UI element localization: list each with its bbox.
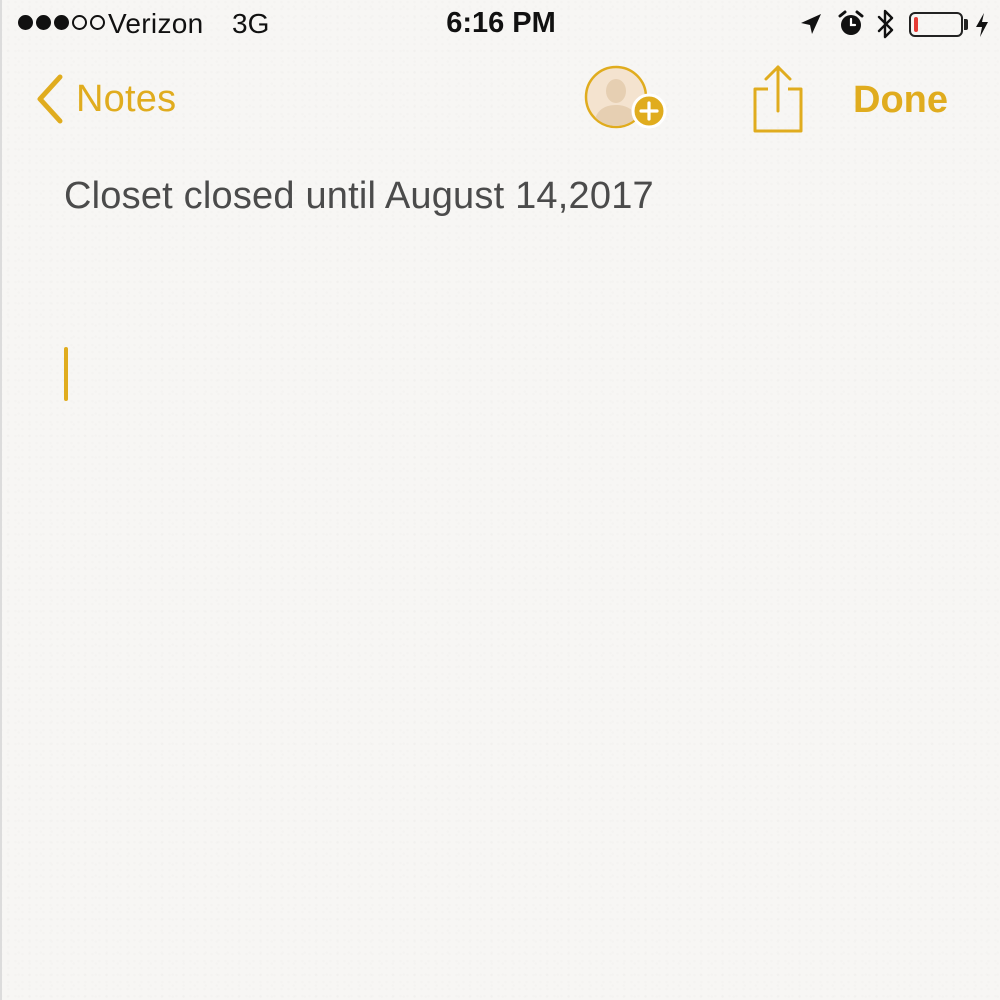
status-bar: Verizon 3G 6:16 PM	[2, 0, 1000, 50]
done-button[interactable]: Done	[853, 79, 948, 122]
alarm-clock-icon	[838, 10, 864, 35]
add-people-button[interactable]	[584, 65, 674, 135]
battery-icon	[909, 12, 963, 37]
back-button-label: Notes	[76, 77, 177, 120]
share-icon	[753, 65, 803, 133]
bluetooth-icon	[877, 9, 894, 39]
location-arrow-icon	[801, 14, 821, 34]
note-editor[interactable]: Closet closed until August 14,2017	[64, 175, 960, 980]
battery-nub	[964, 19, 968, 30]
share-button[interactable]	[750, 63, 806, 135]
chevron-left-icon	[37, 74, 63, 124]
back-button[interactable]: Notes	[34, 73, 176, 125]
add-people-icon	[584, 65, 667, 129]
note-text-line[interactable]: Closet closed until August 14,2017	[64, 175, 960, 218]
charging-bolt-icon	[976, 13, 988, 37]
text-cursor	[64, 347, 68, 401]
nav-bar: Notes Done	[2, 55, 1000, 145]
battery-level	[914, 17, 918, 32]
